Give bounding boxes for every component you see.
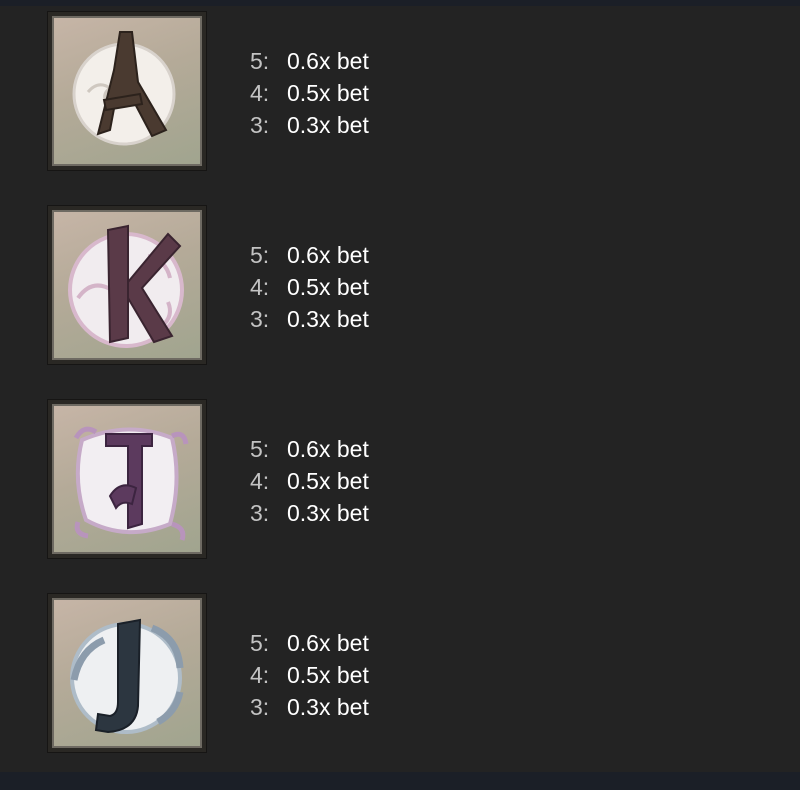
letter-a-symbol-icon bbox=[72, 31, 176, 146]
match-count: 5: bbox=[250, 436, 270, 462]
payout-list-q: 5: 0.6x bet 4: 0.5x bet 3: 0.3x bet bbox=[250, 433, 450, 529]
payout-value: 0.5x bet bbox=[287, 80, 369, 106]
payout-line: 4: 0.5x bet bbox=[250, 271, 450, 303]
letter-j-symbol-icon bbox=[70, 618, 184, 734]
payout-line: 3: 0.3x bet bbox=[250, 303, 450, 335]
payout-value: 0.6x bet bbox=[287, 436, 369, 462]
match-count: 3: bbox=[250, 500, 270, 526]
symbol-j-tile bbox=[48, 594, 206, 752]
match-count: 3: bbox=[250, 694, 270, 720]
payout-line: 4: 0.5x bet bbox=[250, 465, 450, 497]
symbol-a-tile bbox=[48, 12, 206, 170]
payout-list-j: 5: 0.6x bet 4: 0.5x bet 3: 0.3x bet bbox=[250, 627, 450, 723]
payout-line: 4: 0.5x bet bbox=[250, 659, 450, 691]
payout-list-a: 5: 0.6x bet 4: 0.5x bet 3: 0.3x bet bbox=[250, 45, 450, 141]
payout-value: 0.5x bet bbox=[287, 274, 369, 300]
payout-value: 0.3x bet bbox=[287, 112, 369, 138]
symbol-q-tile bbox=[48, 400, 206, 558]
paytable-row-j: 5: 0.6x bet 4: 0.5x bet 3: 0.3x bet bbox=[0, 594, 800, 754]
payout-value: 0.3x bet bbox=[287, 306, 369, 332]
payout-value: 0.6x bet bbox=[287, 48, 369, 74]
letter-k-symbol-icon bbox=[68, 224, 184, 348]
payout-value: 0.3x bet bbox=[287, 500, 369, 526]
letter-q-symbol-icon bbox=[73, 426, 189, 541]
match-count: 4: bbox=[250, 80, 270, 106]
payout-value: 0.6x bet bbox=[287, 242, 369, 268]
match-count: 3: bbox=[250, 112, 270, 138]
payout-line: 5: 0.6x bet bbox=[250, 239, 450, 271]
paytable-row-a: 5: 0.6x bet 4: 0.5x bet 3: 0.3x bet bbox=[0, 12, 800, 172]
payout-line: 3: 0.3x bet bbox=[250, 109, 450, 141]
payout-line: 5: 0.6x bet bbox=[250, 627, 450, 659]
payout-value: 0.5x bet bbox=[287, 662, 369, 688]
payout-value: 0.5x bet bbox=[287, 468, 369, 494]
payout-line: 3: 0.3x bet bbox=[250, 497, 450, 529]
paytable-row-k: 5: 0.6x bet 4: 0.5x bet 3: 0.3x bet bbox=[0, 206, 800, 366]
match-count: 4: bbox=[250, 468, 270, 494]
match-count: 3: bbox=[250, 306, 270, 332]
bottom-edge-bar bbox=[0, 772, 800, 790]
symbol-k-tile bbox=[48, 206, 206, 364]
payout-line: 5: 0.6x bet bbox=[250, 45, 450, 77]
match-count: 4: bbox=[250, 274, 270, 300]
match-count: 5: bbox=[250, 48, 270, 74]
payout-line: 4: 0.5x bet bbox=[250, 77, 450, 109]
match-count: 5: bbox=[250, 242, 270, 268]
paytable-row-q: 5: 0.6x bet 4: 0.5x bet 3: 0.3x bet bbox=[0, 400, 800, 560]
payout-line: 5: 0.6x bet bbox=[250, 433, 450, 465]
payout-value: 0.3x bet bbox=[287, 694, 369, 720]
match-count: 4: bbox=[250, 662, 270, 688]
match-count: 5: bbox=[250, 630, 270, 656]
payout-list-k: 5: 0.6x bet 4: 0.5x bet 3: 0.3x bet bbox=[250, 239, 450, 335]
top-edge-bar bbox=[0, 0, 800, 6]
payout-line: 3: 0.3x bet bbox=[250, 691, 450, 723]
payout-value: 0.6x bet bbox=[287, 630, 369, 656]
